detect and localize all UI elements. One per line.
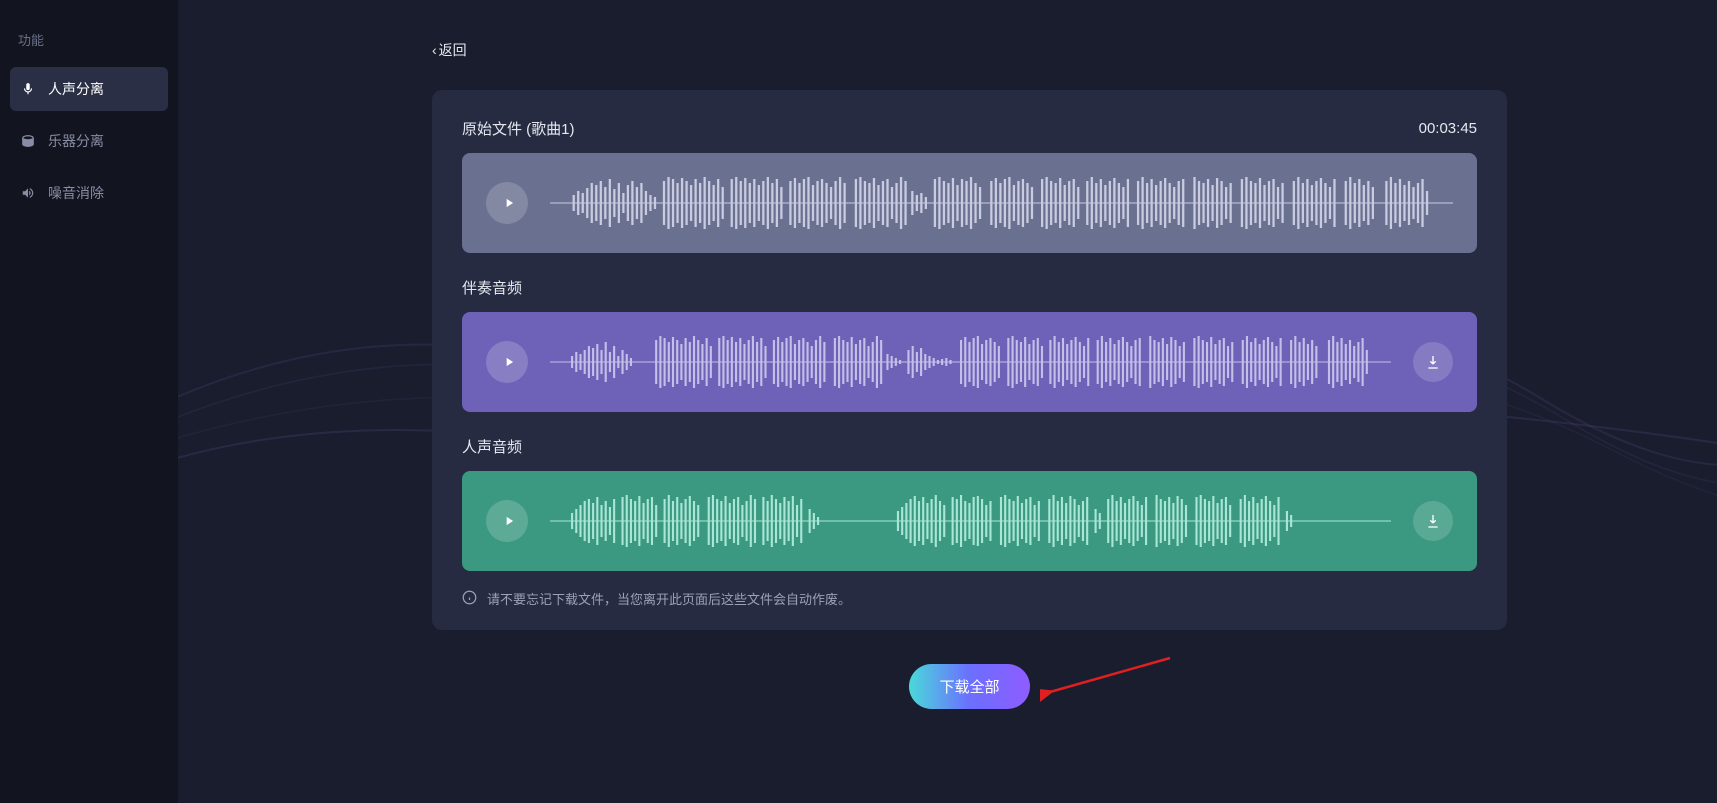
noise-icon [20, 185, 36, 201]
waveform-original[interactable] [550, 173, 1453, 233]
play-button-original[interactable] [486, 182, 528, 224]
track-header-vocal: 人声音频 [462, 436, 1477, 457]
sidebar-title: 功能 [18, 30, 168, 49]
waveform-accompaniment[interactable] [550, 332, 1391, 392]
play-icon [502, 196, 516, 210]
waveform-vocal[interactable] [550, 491, 1391, 551]
download-icon [1425, 513, 1441, 529]
play-icon [502, 514, 516, 528]
track-card-vocal [462, 471, 1477, 571]
download-all-wrap: 下载全部 [432, 664, 1507, 709]
track-header-accompaniment: 伴奏音频 [462, 277, 1477, 298]
download-button-vocal[interactable] [1413, 501, 1453, 541]
track-card-accompaniment [462, 312, 1477, 412]
track-card-original [462, 153, 1477, 253]
info-icon [462, 590, 477, 608]
track-title-vocal: 人声音频 [462, 436, 522, 457]
track-duration: 00:03:45 [1419, 120, 1477, 137]
drum-icon [20, 133, 36, 149]
play-button-vocal[interactable] [486, 500, 528, 542]
sidebar-item-vocal-separation[interactable]: 人声分离 [10, 67, 168, 111]
play-button-accompaniment[interactable] [486, 341, 528, 383]
sidebar-item-instrument-separation[interactable]: 乐器分离 [10, 119, 168, 163]
notice: 请不要忘记下载文件，当您离开此页面后这些文件会自动作废。 [462, 589, 1477, 608]
track-header-original: 原始文件 (歌曲1) 00:03:45 [462, 118, 1477, 139]
sidebar-item-label: 噪音消除 [48, 183, 104, 203]
sidebar-item-label: 人声分离 [48, 79, 104, 99]
track-title-accompaniment: 伴奏音频 [462, 277, 522, 298]
play-icon [502, 355, 516, 369]
sidebar: 功能 人声分离 乐器分离 噪音消除 [0, 0, 178, 803]
results-panel: 原始文件 (歌曲1) 00:03:45 [432, 90, 1507, 630]
mic-icon [20, 81, 36, 97]
back-label: 返回 [439, 40, 467, 60]
sidebar-item-noise-removal[interactable]: 噪音消除 [10, 171, 168, 215]
download-icon [1425, 354, 1441, 370]
download-all-button[interactable]: 下载全部 [909, 664, 1029, 709]
download-button-accompaniment[interactable] [1413, 342, 1453, 382]
back-button[interactable]: ‹ 返回 [432, 40, 467, 60]
notice-text: 请不要忘记下载文件，当您离开此页面后这些文件会自动作废。 [487, 589, 851, 608]
track-title-original: 原始文件 (歌曲1) [462, 118, 575, 139]
main-content: ‹ 返回 原始文件 (歌曲1) 00:03:45 [178, 0, 1717, 803]
chevron-left-icon: ‹ [432, 42, 437, 58]
sidebar-item-label: 乐器分离 [48, 131, 104, 151]
